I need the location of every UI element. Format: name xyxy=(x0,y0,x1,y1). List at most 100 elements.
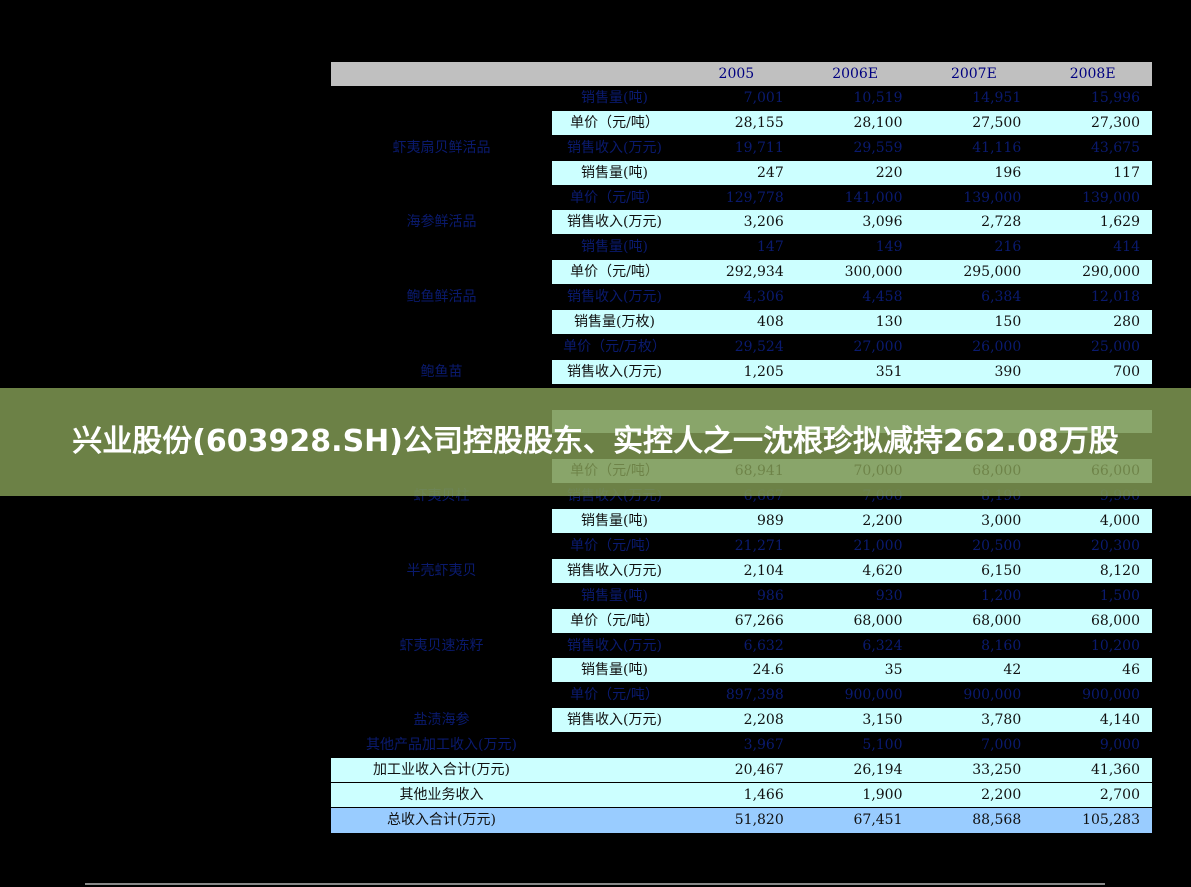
row-group-label xyxy=(331,335,552,360)
row-value: 900,000 xyxy=(1082,687,1140,704)
header-2008e: 2008E xyxy=(1069,66,1116,82)
row-value: 68,000 xyxy=(914,608,1034,634)
row-value: 1,629 xyxy=(1033,210,1152,236)
row-value: 67,266 xyxy=(677,608,796,634)
row-value: 247 xyxy=(677,160,796,186)
row-value: 1,900 xyxy=(795,782,915,808)
row-group-label xyxy=(331,584,552,609)
table-row: 销售量(吨) 24.6 35 42 46 xyxy=(331,658,1152,684)
row-value: 68,000 xyxy=(795,608,915,634)
header-2006e: 2006E xyxy=(832,66,879,82)
row-value: 29,559 xyxy=(853,139,903,156)
row-value: 3,967 xyxy=(743,737,784,754)
row-item-label: 销售量(吨) xyxy=(581,90,648,106)
row-item-label: 单价（元/吨） xyxy=(552,260,677,286)
row-value: 129,778 xyxy=(725,189,784,206)
row-value: 130 xyxy=(795,310,915,335)
row-value: 12,018 xyxy=(1091,289,1140,306)
banner-title: 兴业股份(603928.SH)公司控股股东、实控人之一沈根珍拟减持262.08万… xyxy=(72,424,1119,459)
row-item-label: 销售量(吨) xyxy=(552,658,677,684)
row-value: 408 xyxy=(677,310,796,335)
row-group-label xyxy=(331,509,552,534)
row-value: 897,398 xyxy=(725,687,784,704)
row-group-label xyxy=(331,235,552,260)
table-row: 虾夷扇贝鲜活品 销售收入(万元) 19,711 29,559 41,116 43,675 xyxy=(331,136,1152,161)
row-group-label: 虾夷贝速冻籽 xyxy=(399,637,484,654)
row-item-label: 销售收入(万元) xyxy=(552,708,677,734)
row-value: 10,519 xyxy=(853,90,903,106)
row-value: 4,000 xyxy=(1033,509,1152,535)
row-value: 3,000 xyxy=(914,509,1034,535)
table-row: 销售量(吨) 986 930 1,200 1,500 xyxy=(331,584,1152,609)
row-value: 139,000 xyxy=(1082,189,1140,206)
table-row: 其他产品加工收入(万元) 3,967 5,100 7,000 9,000 xyxy=(331,733,1152,758)
table-header: 2005 2006E 2007E 2008E xyxy=(331,62,1152,86)
row-value: 149 xyxy=(875,239,903,256)
row-item-label xyxy=(552,758,677,783)
header-2005: 2005 xyxy=(718,66,755,82)
row-group-label xyxy=(331,260,552,285)
row-item-label xyxy=(552,733,677,758)
row-value: 6,324 xyxy=(862,637,903,654)
row-value: 390 xyxy=(914,359,1034,385)
row-value: 2,200 xyxy=(914,782,1034,808)
row-item-label: 销售量(吨) xyxy=(552,509,677,535)
row-group-label xyxy=(331,310,552,335)
table-row: 海参鲜活品 销售收入(万元) 3,206 3,096 2,728 1,629 xyxy=(331,210,1152,236)
row-group-label: 海参鲜活品 xyxy=(406,214,477,231)
row-value: 35 xyxy=(795,658,915,684)
table-row: 销售量(万枚) 408 130 150 280 xyxy=(331,310,1152,335)
row-value: 20,500 xyxy=(972,538,1022,555)
table-row: 销售量(吨) 247 220 196 117 xyxy=(331,160,1152,186)
row-group-label xyxy=(331,86,552,111)
row-value: 4,306 xyxy=(743,289,784,306)
row-value: 280 xyxy=(1033,310,1152,335)
row-item-label xyxy=(552,807,677,833)
table-row: 销售量(吨) 147 149 216 414 xyxy=(331,235,1152,260)
row-item-label: 单价（元/吨） xyxy=(570,189,659,206)
row-value: 1,200 xyxy=(981,587,1022,604)
row-item-label: 销售收入(万元) xyxy=(567,637,662,654)
row-value: 20,300 xyxy=(1091,538,1140,555)
row-group-label: 虾夷扇贝鲜活品 xyxy=(392,139,491,156)
table-row: 其他业务收入 1,466 1,900 2,200 2,700 xyxy=(331,782,1152,808)
row-group-label xyxy=(331,609,552,634)
divider xyxy=(85,883,1105,885)
row-value: 43,675 xyxy=(1091,139,1140,156)
row-value: 2,728 xyxy=(914,210,1034,236)
row-value: 1,466 xyxy=(677,782,796,808)
row-value: 19,711 xyxy=(734,139,784,156)
row-value: 700 xyxy=(1033,359,1152,385)
row-value: 27,000 xyxy=(853,338,903,355)
row-item-label: 销售收入(万元) xyxy=(552,359,677,385)
row-value: 150 xyxy=(914,310,1034,335)
row-group-label xyxy=(331,186,552,211)
row-item-label: 单价（元/吨） xyxy=(570,687,659,704)
row-value: 196 xyxy=(914,160,1034,186)
row-value: 300,000 xyxy=(795,260,915,286)
row-value: 216 xyxy=(994,239,1022,256)
row-value: 14,951 xyxy=(972,90,1022,106)
row-group-label: 其他业务收入 xyxy=(331,782,552,808)
table-row: 鲍鱼苗 销售收入(万元) 1,205 351 390 700 xyxy=(331,359,1152,385)
row-value: 4,458 xyxy=(862,289,903,306)
row-value: 105,283 xyxy=(1033,807,1152,833)
row-group-label: 总收入合计(万元) xyxy=(331,807,552,833)
row-value: 6,384 xyxy=(981,289,1022,306)
row-value: 141,000 xyxy=(844,189,903,206)
row-item-label: 销售收入(万元) xyxy=(567,139,662,156)
row-value: 88,568 xyxy=(914,807,1034,833)
row-value: 41,116 xyxy=(972,139,1022,156)
header-blank xyxy=(552,62,677,86)
row-value: 21,271 xyxy=(734,538,784,555)
row-value: 3,096 xyxy=(795,210,915,236)
row-item-label: 销售收入(万元) xyxy=(552,210,677,236)
row-group-label xyxy=(331,534,552,559)
row-group-label: 加工业收入合计(万元) xyxy=(331,758,552,783)
row-value: 989 xyxy=(677,509,796,535)
row-value: 2,700 xyxy=(1033,782,1152,808)
header-2007e: 2007E xyxy=(950,66,997,82)
row-value: 6,632 xyxy=(743,637,784,654)
header-blank xyxy=(331,62,552,86)
row-value: 68,000 xyxy=(1033,608,1152,634)
